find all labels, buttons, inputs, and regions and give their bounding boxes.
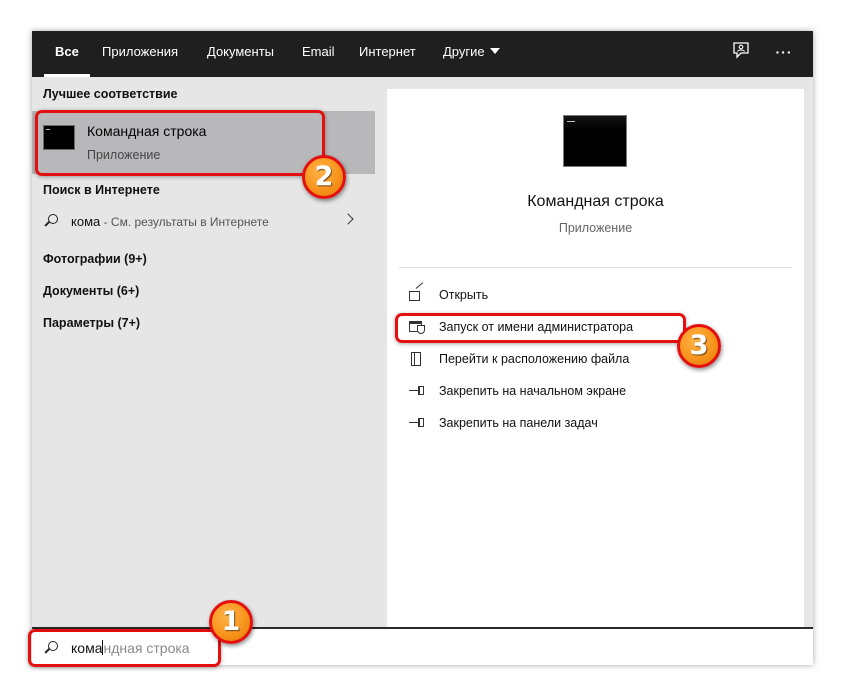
search-box[interactable]: командная строка: [32, 627, 813, 665]
search-autocomplete: ндная строка: [103, 640, 190, 656]
action-pin-to-start[interactable]: Закрепить на начальном экране: [409, 381, 769, 403]
tab-apps[interactable]: Приложения: [102, 31, 178, 77]
web-search-result[interactable]: кома - См. результаты в Интернете: [32, 205, 375, 237]
tab-more[interactable]: Другие: [443, 31, 500, 77]
tab-all[interactable]: Все: [44, 31, 90, 77]
tab-documents[interactable]: Документы: [207, 31, 274, 77]
details-pane: Командная строка Приложение Открыть Запу…: [387, 89, 804, 627]
open-icon: [409, 282, 425, 302]
web-query: кома: [71, 214, 101, 229]
action-run-as-admin-label: Запуск от имени администратора: [439, 320, 634, 334]
category-settings[interactable]: Параметры (7+): [43, 316, 140, 330]
file-location-icon: [409, 352, 425, 366]
run-as-admin-icon: [409, 320, 425, 334]
best-match-name: Командная строка: [87, 123, 207, 139]
search-tab-bar: Все Приложения Документы Email Интернет …: [32, 31, 813, 77]
step-badge-1: 1: [209, 600, 253, 644]
details-app-name: Командная строка: [527, 193, 664, 210]
web-search-text: кома - См. результаты в Интернете: [71, 214, 269, 229]
step-badge-3: 3: [677, 324, 721, 368]
category-photos[interactable]: Фотографии (9+): [43, 252, 147, 266]
best-match-type: Приложение: [87, 148, 161, 162]
tab-more-label: Другие: [443, 44, 485, 59]
pin-icon: [409, 416, 425, 430]
command-prompt-icon: [563, 115, 627, 167]
chevron-right-icon: [342, 213, 354, 225]
web-search-heading: Поиск в Интернете: [43, 183, 160, 197]
category-documents[interactable]: Документы (6+): [43, 284, 139, 298]
tab-web[interactable]: Интернет: [359, 31, 416, 77]
details-app-type: Приложение: [558, 221, 633, 235]
action-pin-to-taskbar-label: Закрепить на панели задач: [439, 416, 598, 430]
chevron-down-icon: [489, 48, 500, 54]
best-match-heading: Лучшее соответствие: [43, 87, 178, 101]
action-open-label: Открыть: [439, 288, 489, 302]
search-icon: [44, 641, 58, 655]
more-options-icon[interactable]: ···: [773, 41, 795, 63]
action-open[interactable]: Открыть: [409, 282, 769, 307]
command-prompt-icon: [43, 125, 75, 150]
search-input[interactable]: командная строка: [71, 640, 190, 656]
step-badge-2: 2: [302, 155, 346, 199]
web-hint: - См. результаты в Интернете: [100, 215, 269, 229]
action-pin-to-start-label: Закрепить на начальном экране: [439, 384, 627, 398]
search-icon: [44, 214, 58, 228]
search-typed-text: кома: [71, 640, 103, 656]
divider: [399, 267, 792, 268]
action-open-file-location-label: Перейти к расположению файла: [439, 352, 630, 366]
feedback-icon[interactable]: [730, 41, 752, 63]
tab-email[interactable]: Email: [302, 31, 335, 77]
pin-icon: [409, 384, 425, 398]
action-pin-to-taskbar[interactable]: Закрепить на панели задач: [409, 413, 769, 435]
